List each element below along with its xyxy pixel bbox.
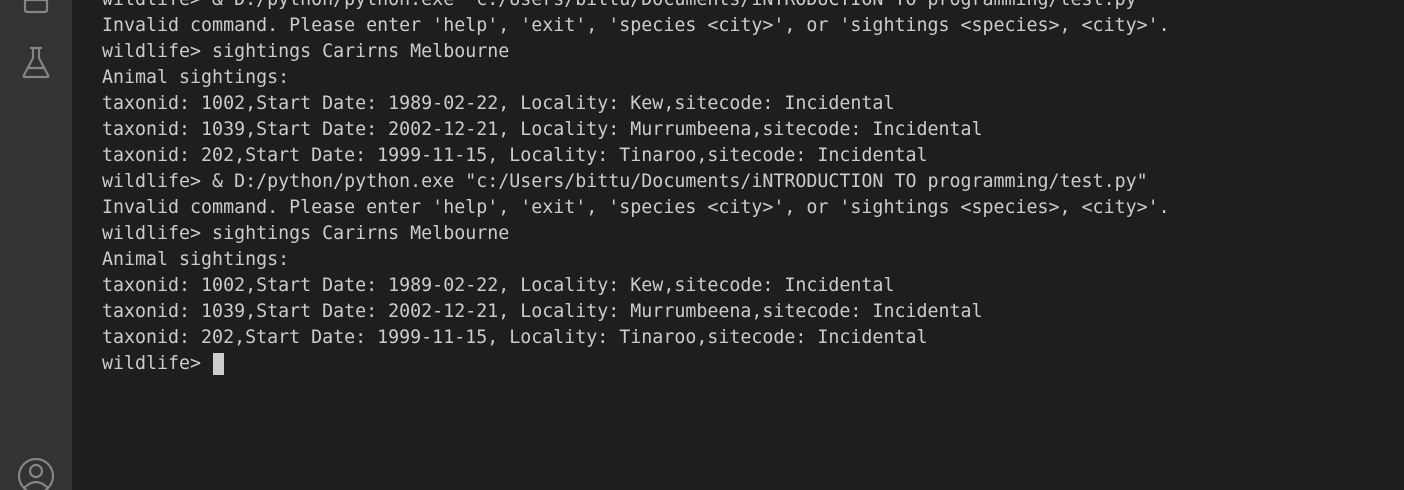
terminal-line: wildlife> sightings Carirns Melbourne: [102, 41, 510, 62]
terminal-line: taxonid: 1039,Start Date: 2002-12-21, Lo…: [102, 301, 983, 322]
terminal-line: taxonid: 1002,Start Date: 1989-02-22, Lo…: [102, 93, 895, 114]
terminal-line: wildlife> & D:/python/python.exe "c:/Use…: [102, 171, 1148, 192]
terminal-line: taxonid: 202,Start Date: 1999-11-15, Loc…: [102, 327, 928, 348]
terminal-cursor: [213, 353, 225, 375]
explorer-icon[interactable]: [12, 0, 60, 24]
terminal-prompt: wildlife>: [102, 353, 213, 374]
terminal-line: Invalid command. Please enter 'help', 'e…: [102, 15, 1170, 36]
testing-flask-icon[interactable]: [12, 38, 60, 86]
terminal-panel[interactable]: wildlife> & D:/python/python.exe "c:/Use…: [72, 0, 1404, 490]
terminal-line: taxonid: 1039,Start Date: 2002-12-21, Lo…: [102, 119, 983, 140]
terminal-line: Invalid command. Please enter 'help', 'e…: [102, 197, 1170, 218]
terminal-line: taxonid: 202,Start Date: 1999-11-15, Loc…: [102, 145, 928, 166]
terminal-line: Animal sightings:: [102, 249, 290, 270]
terminal-line: wildlife> sightings Carirns Melbourne: [102, 223, 510, 244]
terminal-output: wildlife> & D:/python/python.exe "c:/Use…: [102, 0, 1170, 377]
terminal-line: wildlife> & D:/python/python.exe "c:/Use…: [102, 0, 1170, 13]
account-icon[interactable]: [12, 452, 60, 490]
terminal-line: taxonid: 1002,Start Date: 1989-02-22, Lo…: [102, 275, 895, 296]
terminal-line: Animal sightings:: [102, 67, 290, 88]
activity-bar: [0, 0, 72, 490]
terminal-prompt-line[interactable]: wildlife>: [102, 351, 1170, 377]
app-window: wildlife> & D:/python/python.exe "c:/Use…: [0, 0, 1404, 490]
